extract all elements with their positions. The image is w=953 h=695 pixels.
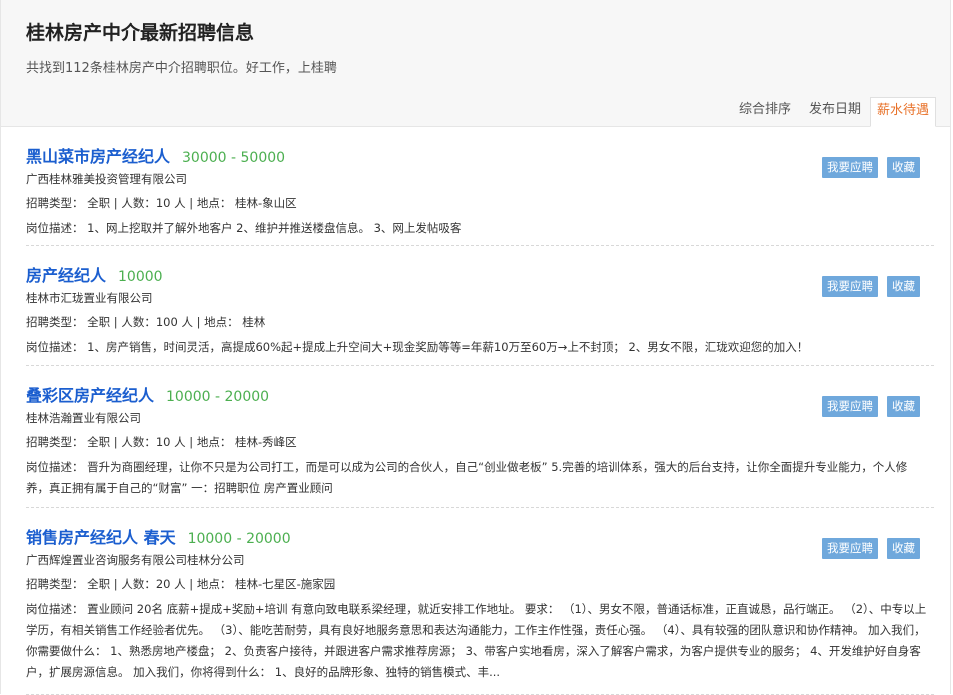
job-meta: 招聘类型： 全职 | 人数：10 人 | 地点： 桂林-象山区 bbox=[26, 196, 297, 210]
job-salary: 30000 - 50000 bbox=[182, 150, 286, 166]
job-description: 岗位描述： 1、房产销售，时间灵活，高提成60%起+提成上升空间大+现金奖励等等… bbox=[26, 340, 809, 354]
job-title-row: 黑山菜市房产经纪人 30000 - 50000 bbox=[26, 143, 934, 167]
result-count-text: 共找到112条桂林房产中介招聘职位。好工作，上桂聘 bbox=[26, 61, 337, 76]
job-item: 房产经纪人 10000 桂林市汇珑置业有限公司 招聘类型： 全职 | 人数：10… bbox=[26, 246, 934, 366]
page-header: 桂林房产中介最新招聘信息 共找到112条桂林房产中介招聘职位。好工作，上桂聘 综… bbox=[1, 0, 950, 127]
job-meta: 招聘类型： 全职 | 人数：10 人 | 地点： 桂林-秀峰区 bbox=[26, 435, 297, 449]
favorite-button[interactable]: 收藏 bbox=[887, 276, 920, 297]
job-description: 岗位描述： 1、网上挖取并了解外地客户 2、维护并推送楼盘信息。 3、网上发帖吸… bbox=[26, 221, 462, 235]
job-title-link[interactable]: 叠彩区房产经纪人 bbox=[26, 382, 154, 406]
job-description: 岗位描述： 置业顾问 20名 底薪+提成+奖励+培训 有意向致电联系梁经理，就近… bbox=[26, 602, 927, 679]
company-name: 广西辉煌置业咨询服务有限公司桂林分公司 bbox=[26, 553, 245, 567]
job-title-link[interactable]: 房产经纪人 bbox=[26, 262, 106, 286]
page-title: 桂林房产中介最新招聘信息 bbox=[26, 22, 255, 44]
job-list: 黑山菜市房产经纪人 30000 - 50000 广西桂林雅美投资管理有限公司 招… bbox=[1, 127, 950, 695]
job-actions: 我要应聘 收藏 bbox=[822, 276, 920, 297]
sort-tabs: 综合排序 发布日期 薪水待遇 bbox=[730, 97, 936, 127]
job-meta: 招聘类型： 全职 | 人数：20 人 | 地点： 桂林-七星区-施家园 bbox=[26, 577, 336, 591]
sort-tab-date[interactable]: 发布日期 bbox=[800, 99, 870, 127]
job-salary: 10000 bbox=[118, 269, 163, 285]
company-name: 桂林市汇珑置业有限公司 bbox=[26, 291, 153, 305]
job-item: 销售房产经纪人 春天 10000 - 20000 广西辉煌置业咨询服务有限公司桂… bbox=[26, 508, 934, 695]
job-title-row: 叠彩区房产经纪人 10000 - 20000 bbox=[26, 382, 934, 406]
page: 桂林房产中介最新招聘信息 共找到112条桂林房产中介招聘职位。好工作，上桂聘 综… bbox=[0, 0, 951, 695]
sort-tab-salary[interactable]: 薪水待遇 bbox=[869, 97, 936, 127]
favorite-button[interactable]: 收藏 bbox=[887, 538, 920, 559]
apply-button[interactable]: 我要应聘 bbox=[822, 538, 878, 559]
job-item: 黑山菜市房产经纪人 30000 - 50000 广西桂林雅美投资管理有限公司 招… bbox=[26, 127, 934, 246]
company-name: 广西桂林雅美投资管理有限公司 bbox=[26, 172, 187, 186]
favorite-button[interactable]: 收藏 bbox=[887, 396, 920, 417]
job-description: 岗位描述： 晋升为商圈经理，让你不只是为公司打工，而是可以成为公司的合伙人，自己… bbox=[26, 460, 908, 495]
job-title-link[interactable]: 黑山菜市房产经纪人 bbox=[26, 143, 170, 167]
sort-tab-overall[interactable]: 综合排序 bbox=[730, 99, 800, 127]
job-salary: 10000 - 20000 bbox=[166, 389, 270, 405]
job-title-row: 房产经纪人 10000 bbox=[26, 262, 934, 286]
job-title-link[interactable]: 销售房产经纪人 春天 bbox=[26, 524, 176, 548]
favorite-button[interactable]: 收藏 bbox=[887, 157, 920, 178]
job-meta: 招聘类型： 全职 | 人数：100 人 | 地点： 桂林 bbox=[26, 315, 266, 329]
company-name: 桂林浩瀚置业有限公司 bbox=[26, 411, 141, 425]
job-actions: 我要应聘 收藏 bbox=[822, 538, 920, 559]
apply-button[interactable]: 我要应聘 bbox=[822, 157, 878, 178]
job-item: 叠彩区房产经纪人 10000 - 20000 桂林浩瀚置业有限公司 招聘类型： … bbox=[26, 366, 934, 508]
apply-button[interactable]: 我要应聘 bbox=[822, 276, 878, 297]
apply-button[interactable]: 我要应聘 bbox=[822, 396, 878, 417]
job-actions: 我要应聘 收藏 bbox=[822, 157, 920, 178]
job-actions: 我要应聘 收藏 bbox=[822, 396, 920, 417]
job-salary: 10000 - 20000 bbox=[187, 531, 291, 547]
job-title-row: 销售房产经纪人 春天 10000 - 20000 bbox=[26, 524, 934, 548]
